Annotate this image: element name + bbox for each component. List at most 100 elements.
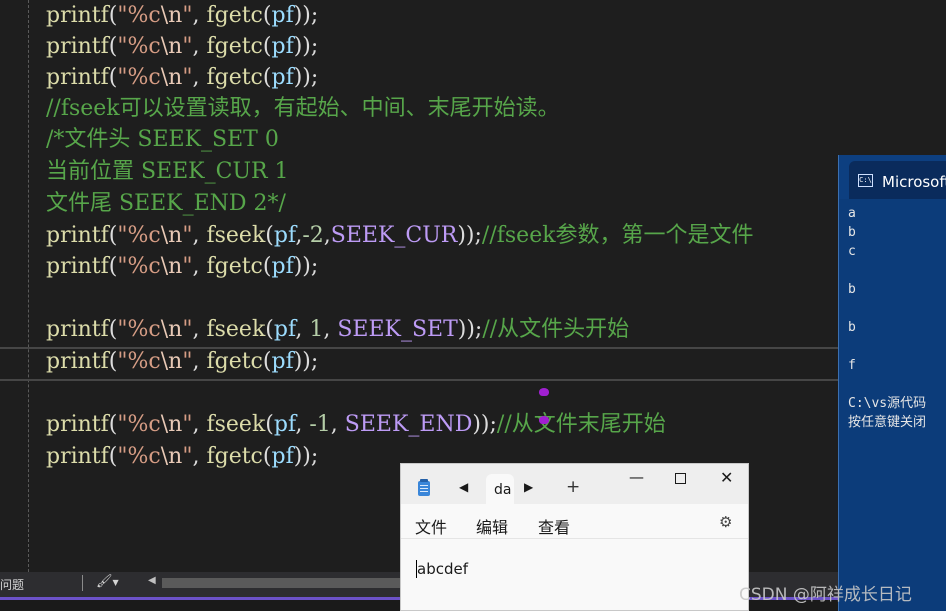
code-token: pf <box>273 412 296 437</box>
chevron-down-icon[interactable]: ▼ <box>113 578 119 587</box>
paintbrush-icon[interactable]: 🖌▼ <box>96 574 119 589</box>
watermark: CSDN @阿祥成长日记 <box>739 585 912 605</box>
code-token: \n <box>160 412 183 437</box>
code-token: "%c <box>117 412 161 437</box>
close-icon[interactable]: ✕ <box>720 468 733 487</box>
code-line[interactable]: printf("%c\n", fgetc(pf)); <box>46 0 318 31</box>
code-token: -2 <box>302 223 324 248</box>
code-token: printf <box>46 223 109 248</box>
code-token: , <box>323 223 331 248</box>
code-token: , <box>192 3 207 28</box>
code-token: //从文件头开始 <box>482 317 630 342</box>
code-token: /*文件头 SEEK_SET 0 <box>46 127 279 152</box>
code-token: )); <box>293 65 319 90</box>
code-line[interactable]: printf("%c\n", fseek(pf, 1, SEEK_SET));/… <box>46 314 629 345</box>
code-token: , <box>295 412 310 437</box>
code-token: " <box>182 317 193 342</box>
horizontal-scrollbar[interactable] <box>162 578 402 588</box>
code-line[interactable]: //fseek可以设置读取，有起始、中间、末尾开始读。 <box>46 93 560 124</box>
code-token: pf <box>271 349 294 374</box>
code-token: fgetc <box>206 34 263 59</box>
code-token: )); <box>293 349 319 374</box>
code-token: ( <box>265 223 274 248</box>
code-token: , <box>192 254 207 279</box>
code-token: "%c <box>117 65 161 90</box>
menu-edit[interactable]: 编辑 <box>476 514 508 538</box>
code-token: " <box>182 65 193 90</box>
notepad-icon <box>418 479 430 496</box>
scroll-left-arrow-icon[interactable]: ◀ <box>148 575 156 586</box>
plus-icon[interactable]: + <box>566 477 580 497</box>
code-token: printf <box>46 3 109 28</box>
notepad-tab[interactable]: da <box>486 474 514 504</box>
code-token: printf <box>46 65 109 90</box>
code-token: //从文件末尾开始 <box>496 412 666 437</box>
code-token: printf <box>46 34 109 59</box>
code-token: "%c <box>117 223 161 248</box>
code-line[interactable]: printf("%c\n", fgetc(pf)); <box>46 441 318 472</box>
code-token: \n <box>160 254 183 279</box>
code-line[interactable]: /*文件头 SEEK_SET 0 <box>46 124 279 155</box>
code-token: \n <box>160 223 183 248</box>
code-token: "%c <box>117 254 161 279</box>
code-line[interactable]: printf("%c\n", fseek(pf,-2,SEEK_CUR));//… <box>46 220 754 251</box>
console-titlebar[interactable]: C:\ Microsoft <box>839 155 946 199</box>
menu-file[interactable]: 文件 <box>415 514 447 538</box>
code-token: " <box>182 444 193 469</box>
code-token: 当前位置 SEEK_CUR 1 <box>46 159 289 184</box>
code-token: "%c <box>117 317 161 342</box>
code-token: pf <box>271 3 294 28</box>
code-token: " <box>182 3 193 28</box>
console-window[interactable]: C:\ Microsoft a b c b b f C:\vs源代码 按任意键关… <box>838 155 946 611</box>
code-token: fgetc <box>206 65 263 90</box>
code-token: " <box>182 349 193 374</box>
code-line[interactable]: printf("%c\n", fgetc(pf)); <box>46 346 318 377</box>
code-token: pf <box>273 317 296 342</box>
code-token: SEEK_END <box>344 412 473 437</box>
menu-view[interactable]: 查看 <box>538 514 570 538</box>
code-token: fseek <box>206 317 266 342</box>
code-token: ( <box>265 412 274 437</box>
code-line[interactable]: 当前位置 SEEK_CUR 1 <box>46 156 289 187</box>
code-token: \n <box>160 349 183 374</box>
console-tab[interactable]: C:\ Microsoft <box>849 161 946 199</box>
code-line[interactable]: printf("%c\n", fgetc(pf)); <box>46 62 318 93</box>
notepad-titlebar[interactable]: ◀ da ▶ + — ✕ <box>401 464 748 504</box>
code-token: printf <box>46 444 109 469</box>
code-token: pf <box>273 223 296 248</box>
code-token: , <box>192 65 207 90</box>
code-token: , <box>192 34 207 59</box>
console-output: a b c b b f C:\vs源代码 按任意键关闭 <box>848 206 927 430</box>
code-token: \n <box>160 3 183 28</box>
statusbar-divider <box>82 575 83 591</box>
code-token: //fseek可以设置读取，有起始、中间、末尾开始读。 <box>46 96 560 121</box>
code-token: SEEK_CUR <box>330 223 458 248</box>
notepad-text-content[interactable]: abcdef <box>417 560 468 578</box>
code-token: "%c <box>117 349 161 374</box>
code-token: pf <box>271 444 294 469</box>
code-token: , <box>192 223 207 248</box>
code-token: )); <box>293 254 319 279</box>
code-token: fseek <box>206 223 266 248</box>
code-token: \n <box>160 34 183 59</box>
minimize-icon[interactable]: — <box>629 468 644 486</box>
notepad-tab-label: da <box>494 482 512 498</box>
code-token: pf <box>271 34 294 59</box>
code-line[interactable]: printf("%c\n", fgetc(pf)); <box>46 251 318 282</box>
gear-icon[interactable]: ⚙ <box>719 513 732 531</box>
code-token: " <box>182 34 193 59</box>
notepad-menubar: 文件 编辑 查看 ⚙ <box>401 504 748 539</box>
code-token: printf <box>46 349 109 374</box>
issues-label[interactable]: 问题 <box>0 576 24 593</box>
code-line[interactable]: printf("%c\n", fseek(pf, -1, SEEK_END));… <box>46 409 666 440</box>
notepad-window[interactable]: ◀ da ▶ + — ✕ 文件 编辑 查看 ⚙ abcdef <box>400 463 749 611</box>
chevron-left-icon[interactable]: ◀ <box>459 480 468 494</box>
code-token: SEEK_SET <box>337 317 458 342</box>
code-token: 1 <box>309 317 324 342</box>
code-line[interactable]: printf("%c\n", fgetc(pf)); <box>46 31 318 62</box>
code-token: 文件尾 SEEK_END 2*/ <box>46 191 286 216</box>
maximize-icon[interactable] <box>675 473 686 484</box>
code-line[interactable]: 文件尾 SEEK_END 2*/ <box>46 188 286 219</box>
chevron-right-icon[interactable]: ▶ <box>524 480 533 494</box>
code-token: )); <box>293 3 319 28</box>
